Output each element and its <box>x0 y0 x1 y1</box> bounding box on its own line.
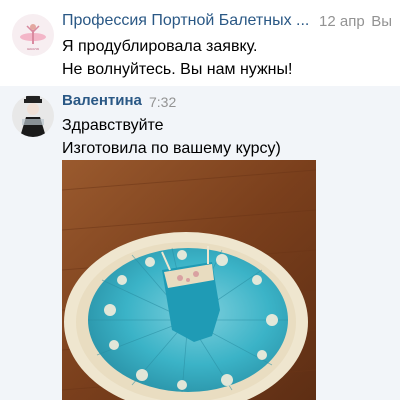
photo-attachment[interactable] <box>62 160 316 400</box>
sender-name[interactable]: Валентина <box>62 92 142 109</box>
message-header: Валентина 7:32 <box>62 92 392 114</box>
message-time: 12 апр <box>319 13 365 30</box>
svg-text:школа: школа <box>27 46 39 51</box>
message-group-valentina: Валентина 7:32 Здравствуйте Изготовила п… <box>0 86 400 400</box>
message-header: Профессия Портной Балетных ... 12 апр Вы <box>62 12 392 34</box>
message-text: Я продублировала заявку. Не волнуйтесь. … <box>62 35 390 81</box>
avatar-valentina[interactable] <box>12 95 54 137</box>
avatar-school[interactable]: школа <box>12 14 54 56</box>
message-text: Здравствуйте Изготовила по вашему курсу) <box>62 114 390 160</box>
message-line: Я продублировала заявку. <box>62 38 258 55</box>
message-group-school: школа Профессия Портной Балетных ... 12 … <box>0 0 400 86</box>
author-mark: Вы <box>371 13 392 30</box>
message-line: Изготовила по вашему курсу) <box>62 140 281 157</box>
message-line: Здравствуйте <box>62 117 164 134</box>
message-time: 7:32 <box>149 94 177 110</box>
message-line: Не волнуйтесь. Вы нам нужны! <box>62 61 293 78</box>
sender-name[interactable]: Профессия Портной Балетных ... <box>62 12 309 30</box>
